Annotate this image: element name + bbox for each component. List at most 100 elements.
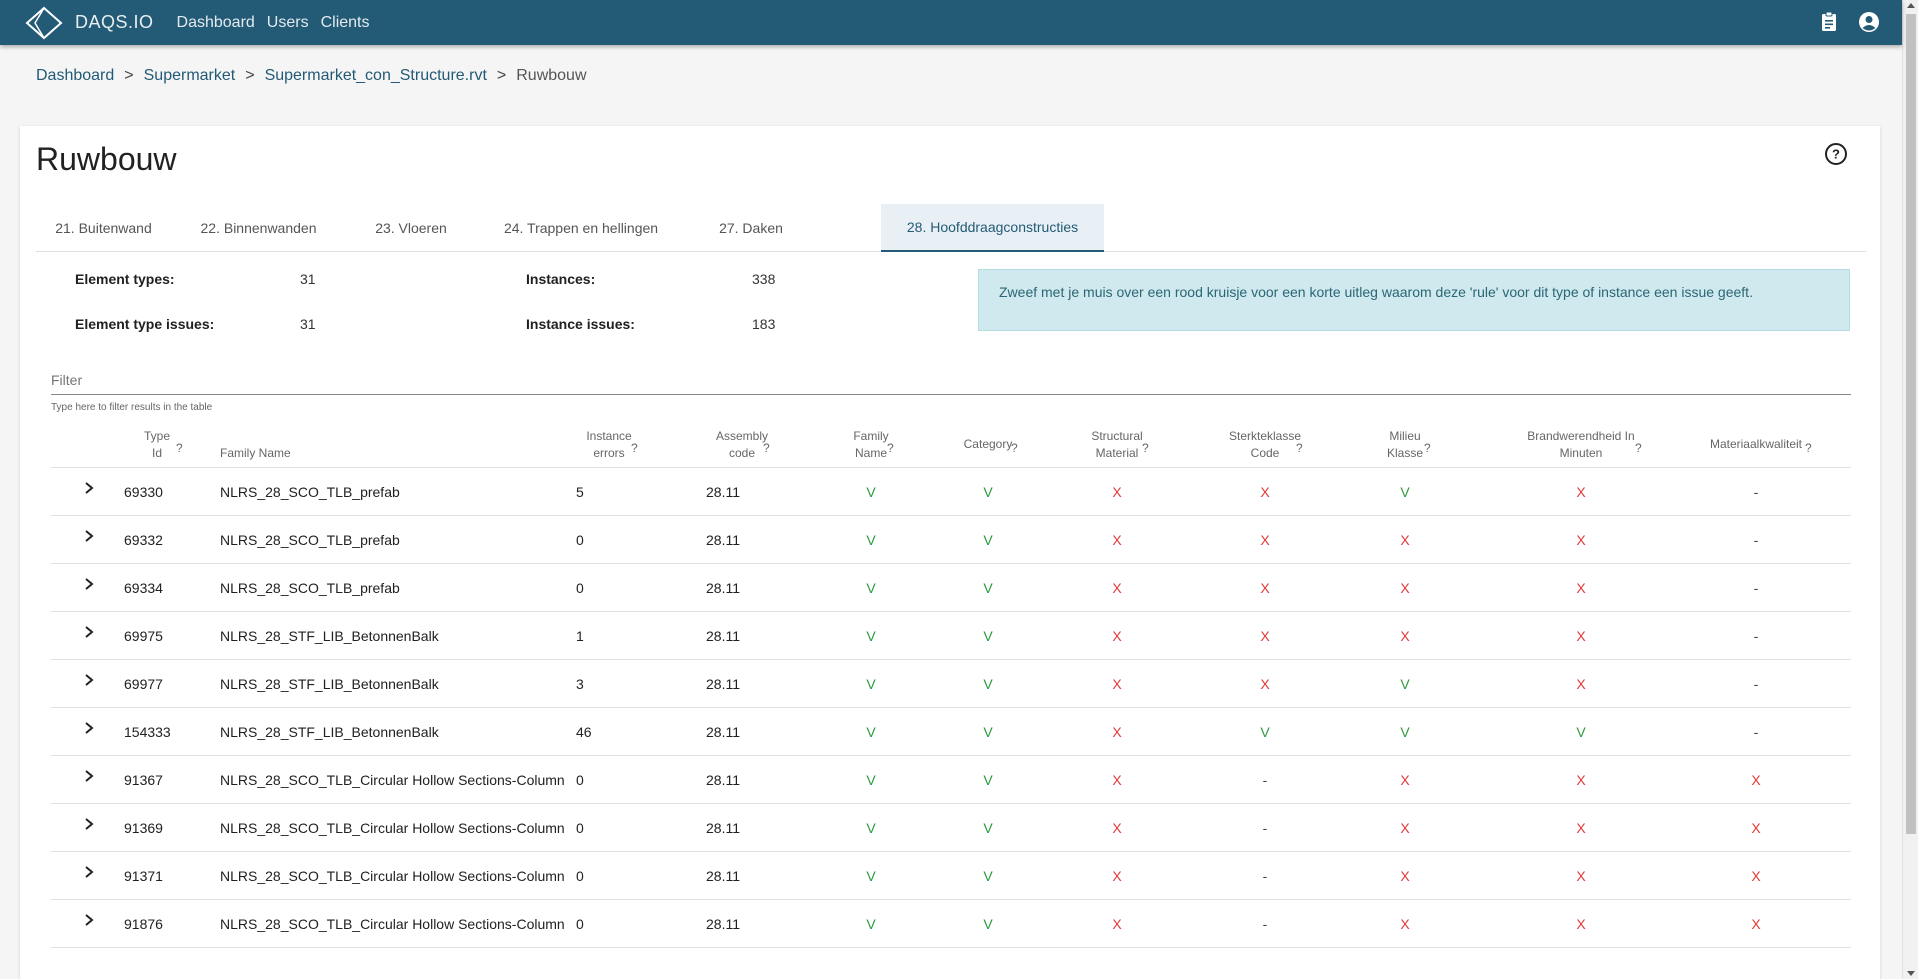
tab-vloeren[interactable]: 23. Vloeren [346, 204, 476, 252]
chevron-right-icon[interactable] [84, 769, 94, 783]
table-row[interactable]: 91369 NLRS_28_SCO_TLB_Circular Hollow Sec… [51, 804, 1851, 852]
chevron-right-icon[interactable] [84, 577, 94, 591]
check-cell-category: V [983, 580, 993, 596]
table-row[interactable]: 69975 NLRS_28_STF_LIB_BetonnenBalk 1 28.11 V… [51, 612, 1851, 660]
content-card: Ruwbouw ? 21. Buitenwand 22. Binnenwande… [20, 126, 1880, 979]
chevron-right-icon[interactable] [84, 529, 94, 543]
breadcrumb-dashboard[interactable]: Dashboard [36, 67, 114, 85]
tab-hoofddraagconstructies[interactable]: 28. Hoofddraagconstructies [881, 204, 1104, 252]
check-cell-structural-material: X [1112, 484, 1122, 500]
tab-trappen[interactable]: 24. Trappen en hellingen [476, 204, 686, 252]
table-row[interactable]: 69330 NLRS_28_SCO_TLB_prefab 5 28.11 V V X X V X - [51, 468, 1851, 516]
check-cell-category: V [983, 916, 993, 932]
check-cell-category: V [983, 868, 993, 884]
check-cell-sterkteklasse-code: X [1260, 580, 1270, 596]
nav-dashboard[interactable]: Dashboard [177, 14, 255, 32]
check-cell-structural-material: X [1112, 916, 1122, 932]
column-header-line: Materiaalkwaliteit [1709, 437, 1803, 451]
help-icon[interactable]: ? [763, 440, 770, 457]
help-icon[interactable]: ? [1011, 440, 1018, 457]
table-row[interactable]: 69332 NLRS_28_SCO_TLB_prefab 0 28.11 V V X X X X - [51, 516, 1851, 564]
type-id-cell: 154333 [124, 724, 171, 740]
instance-errors-cell: 0 [576, 916, 584, 932]
instance-errors-cell: 0 [576, 772, 584, 788]
family-name-cell: NLRS_28_SCO_TLB_prefab [220, 580, 400, 596]
chevron-right-icon[interactable] [84, 721, 94, 735]
vertical-scrollbar[interactable] [1902, 0, 1918, 979]
instance-errors-cell: 0 [576, 532, 584, 548]
tab-daken[interactable]: 27. Daken [686, 204, 816, 252]
top-app-bar: DAQS.IO Dashboard Users Clients [0, 0, 1902, 45]
breadcrumb-separator: > [496, 67, 507, 84]
family-name-cell: NLRS_28_SCO_TLB_prefab [220, 484, 400, 500]
help-icon[interactable]: ? [1824, 142, 1848, 166]
breadcrumb-current: Ruwbouw [516, 67, 587, 84]
tab-buitenwand[interactable]: 21. Buitenwand [36, 204, 171, 252]
info-alert: Zweef met je muis over een rood kruisje … [978, 269, 1850, 331]
check-cell-brandwerendheid: X [1576, 772, 1586, 788]
help-icon[interactable]: ? [1805, 440, 1812, 457]
column-header-line: Name [854, 446, 887, 460]
instances-value: 338 [752, 271, 776, 287]
check-cell-family-name-check: V [866, 724, 876, 740]
breadcrumb-model[interactable]: Supermarket_con_Structure.rvt [265, 67, 487, 85]
check-cell-structural-material: X [1112, 868, 1122, 884]
family-name-cell: NLRS_28_SCO_TLB_prefab [220, 532, 400, 548]
instance-errors-cell: 46 [576, 724, 592, 740]
table-row[interactable]: 69977 NLRS_28_STF_LIB_BetonnenBalk 3 28.11 V… [51, 660, 1851, 708]
table-row[interactable]: 69334 NLRS_28_SCO_TLB_prefab 0 28.11 V V X X X X - [51, 564, 1851, 612]
check-cell-sterkteklasse-code: V [1260, 724, 1270, 740]
nav-users[interactable]: Users [267, 14, 309, 32]
logo[interactable]: DAQS.IO [25, 6, 154, 40]
instance-errors-cell: 0 [576, 820, 584, 836]
help-icon[interactable]: ? [1296, 440, 1303, 457]
check-cell-family-name-check: V [866, 820, 876, 836]
chevron-right-icon[interactable] [84, 673, 94, 687]
family-name-cell: NLRS_28_SCO_TLB_Circular Hollow Sections… [220, 868, 565, 884]
check-cell-brandwerendheid: X [1576, 916, 1586, 932]
help-icon[interactable]: ? [1635, 440, 1642, 457]
tab-binnenwanden[interactable]: 22. Binnenwanden [171, 204, 346, 252]
table-row[interactable]: 91371 NLRS_28_SCO_TLB_Circular Hollow Sec… [51, 852, 1851, 900]
help-icon[interactable]: ? [631, 440, 638, 457]
chevron-right-icon[interactable] [84, 625, 94, 639]
scroll-up-icon[interactable] [1907, 3, 1915, 8]
check-cell-milieu-klasse: X [1400, 580, 1410, 596]
check-cell-materiaalkwaliteit: X [1751, 916, 1761, 932]
assembly-code-cell: 28.11 [706, 772, 740, 788]
help-icon[interactable]: ? [1424, 440, 1431, 457]
table-row[interactable]: 91367 NLRS_28_SCO_TLB_Circular Hollow Sec… [51, 756, 1851, 804]
column-header-assembly-code: Assembly code [702, 428, 782, 462]
check-cell-materiaalkwaliteit: - [1753, 628, 1759, 644]
help-icon[interactable]: ? [887, 440, 894, 457]
filter-input[interactable] [51, 372, 1851, 388]
column-header-line: Code [1250, 446, 1280, 460]
breadcrumb-project[interactable]: Supermarket [144, 67, 236, 85]
column-header-brandwerendheid: Brandwerendheid In Minuten [1506, 428, 1656, 462]
check-cell-milieu-klasse: V [1400, 676, 1410, 692]
chevron-right-icon[interactable] [84, 817, 94, 831]
column-header-materiaalkwaliteit: Materiaalkwaliteit [1696, 436, 1816, 453]
nav-clients[interactable]: Clients [321, 14, 370, 32]
check-cell-family-name-check: V [866, 772, 876, 788]
filter-field[interactable] [51, 372, 1851, 395]
svg-text:?: ? [1832, 147, 1840, 162]
clipboard-icon[interactable] [1818, 11, 1840, 33]
help-icon[interactable]: ? [1142, 440, 1149, 457]
element-types-label: Element types: [75, 271, 175, 287]
table-row[interactable]: 154333 NLRS_28_STF_LIB_BetonnenBalk 46 28.1… [51, 708, 1851, 756]
account-circle-icon[interactable] [1858, 11, 1880, 33]
check-cell-materiaalkwaliteit: X [1751, 772, 1761, 788]
chevron-right-icon[interactable] [84, 913, 94, 927]
check-cell-materiaalkwaliteit: - [1753, 580, 1759, 596]
top-actions [1818, 11, 1880, 33]
assembly-code-cell: 28.11 [706, 484, 740, 500]
chevron-right-icon[interactable] [84, 865, 94, 879]
table-row[interactable]: 91876 NLRS_28_SCO_TLB_Circular Hollow Sec… [51, 900, 1851, 948]
chevron-right-icon[interactable] [84, 481, 94, 495]
help-icon[interactable]: ? [176, 440, 183, 457]
column-header-line: Family Name [220, 446, 291, 460]
filter-hint: Type here to filter results in the table [51, 402, 213, 413]
scrollbar-thumb[interactable] [1906, 14, 1916, 834]
scroll-down-icon[interactable] [1907, 971, 1915, 976]
